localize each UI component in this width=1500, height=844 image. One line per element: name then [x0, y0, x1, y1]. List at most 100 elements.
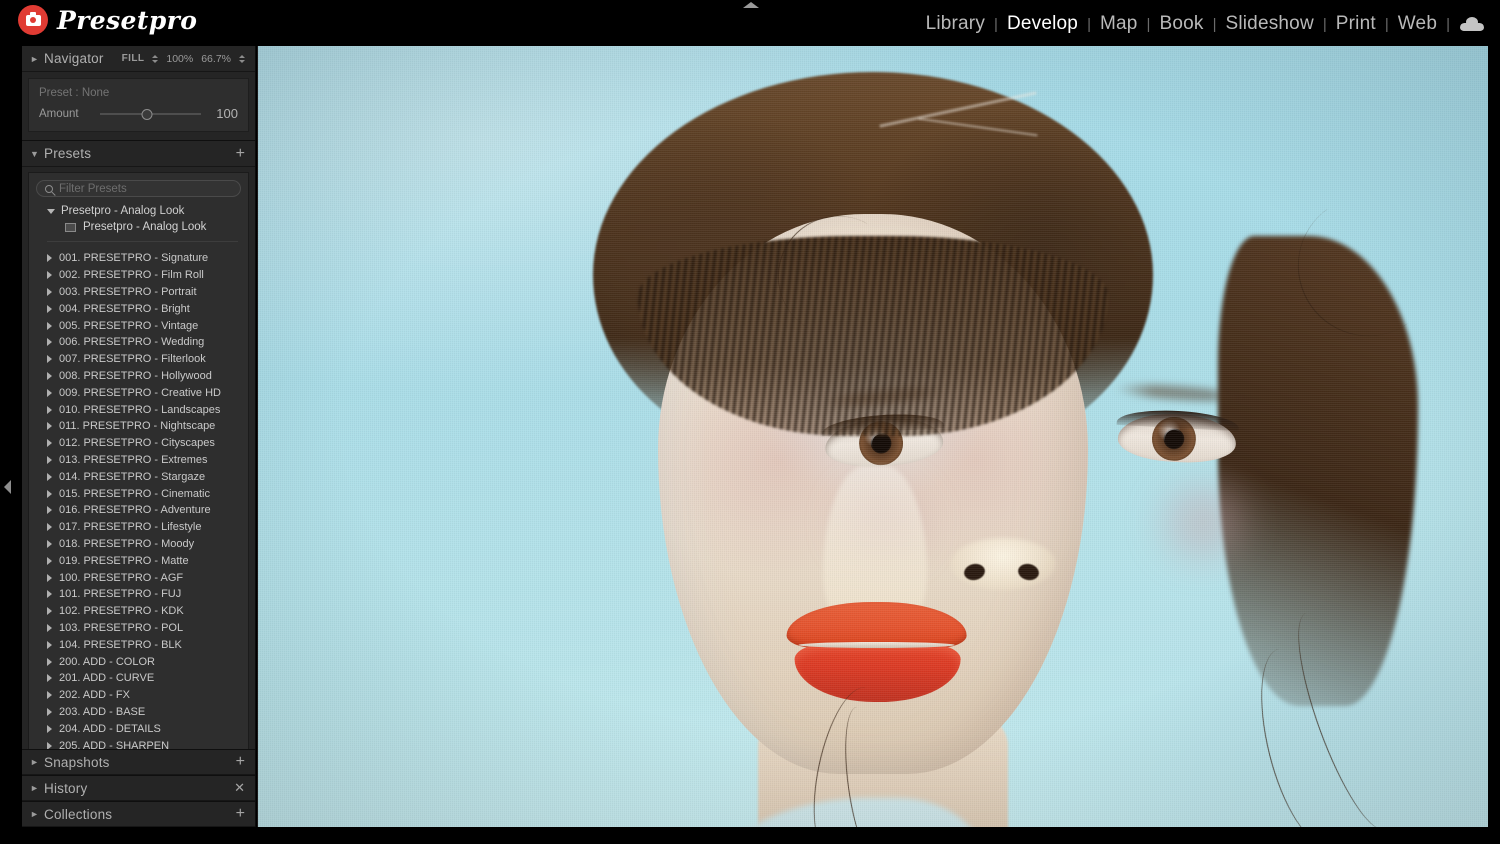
preset-group-landscapes[interactable]: 010. PRESETPRO - Landscapes: [29, 401, 248, 418]
preset-group-add-details[interactable]: 204. ADD - DETAILS: [29, 720, 248, 737]
history-panel-header[interactable]: ► History ✕: [22, 775, 255, 801]
chevron-right-icon[interactable]: [47, 607, 52, 616]
chevron-right-icon[interactable]: [47, 455, 52, 464]
module-map[interactable]: Map: [1091, 13, 1147, 35]
preset-group-adventure[interactable]: 016. PRESETPRO - Adventure: [29, 502, 248, 519]
cloud-icon[interactable]: [1460, 17, 1484, 31]
chevron-right-icon[interactable]: [47, 439, 52, 448]
preset-group-vintage[interactable]: 005. PRESETPRO - Vintage: [29, 317, 248, 334]
preset-group-film-roll[interactable]: 002. PRESETPRO - Film Roll: [29, 267, 248, 284]
history-twisty-icon[interactable]: ►: [30, 783, 44, 793]
preset-group-blk[interactable]: 104. PRESETPRO - BLK: [29, 636, 248, 653]
chevron-down-icon[interactable]: [47, 208, 55, 214]
module-web[interactable]: Web: [1389, 13, 1446, 35]
add-snapshot-plus-icon[interactable]: +: [236, 754, 245, 770]
preset-group-agf[interactable]: 100. PRESETPRO - AGF: [29, 569, 248, 586]
chevron-right-icon[interactable]: [47, 304, 52, 313]
module-book[interactable]: Book: [1150, 13, 1212, 35]
chevron-right-icon[interactable]: [47, 657, 52, 666]
chevron-right-icon[interactable]: [47, 573, 52, 582]
chevron-right-icon[interactable]: [47, 287, 52, 296]
amount-slider[interactable]: [100, 108, 201, 120]
filter-presets-input[interactable]: Filter Presets: [36, 180, 241, 197]
chevron-right-icon[interactable]: [47, 691, 52, 700]
develop-photo[interactable]: [257, 46, 1488, 827]
chevron-right-icon[interactable]: [47, 674, 52, 683]
preset-group-cinematic[interactable]: 015. PRESETPRO - Cinematic: [29, 485, 248, 502]
collapse-left-panel-arrow-icon[interactable]: [4, 480, 11, 494]
chevron-right-icon[interactable]: [47, 321, 52, 330]
presets-panel-header[interactable]: ▼ Presets +: [22, 141, 255, 167]
navigator-fill-button[interactable]: FILL: [122, 53, 145, 64]
chevron-right-icon[interactable]: [47, 355, 52, 364]
preset-group-add-fx[interactable]: 202. ADD - FX: [29, 687, 248, 704]
module-library[interactable]: Library: [917, 13, 994, 35]
chevron-right-icon[interactable]: [47, 271, 52, 280]
navigator-zoom-stepper-icon[interactable]: [239, 54, 245, 63]
clear-history-close-icon[interactable]: ✕: [234, 781, 245, 795]
chevron-right-icon[interactable]: [47, 338, 52, 347]
navigator-zoom-100[interactable]: 100%: [166, 53, 193, 65]
preset-group-extremes[interactable]: 013. PRESETPRO - Extremes: [29, 452, 248, 469]
preset-group-kdk[interactable]: 102. PRESETPRO - KDK: [29, 603, 248, 620]
preset-group-add-base[interactable]: 203. ADD - BASE: [29, 704, 248, 721]
chevron-right-icon[interactable]: [47, 422, 52, 431]
chevron-right-icon[interactable]: [47, 623, 52, 632]
module-print[interactable]: Print: [1327, 13, 1385, 35]
chevron-right-icon[interactable]: [47, 388, 52, 397]
preset-group-filterlook[interactable]: 007. PRESETPRO - Filterlook: [29, 351, 248, 368]
chevron-right-icon[interactable]: [47, 523, 52, 532]
navigator-fill-stepper-icon[interactable]: [152, 54, 159, 63]
preset-group-bright[interactable]: 004. PRESETPRO - Bright: [29, 300, 248, 317]
preset-group-presetpro-analog-look[interactable]: Presetpro - Analog Look: [29, 203, 248, 219]
preset-group-add-curve[interactable]: 201. ADD - CURVE: [29, 670, 248, 687]
brand-logo[interactable]: Presetpro: [18, 5, 197, 35]
add-collection-plus-icon[interactable]: +: [236, 806, 245, 822]
chevron-right-icon[interactable]: [47, 556, 52, 565]
preset-group-stargaze[interactable]: 014. PRESETPRO - Stargaze: [29, 468, 248, 485]
preset-group-cityscapes[interactable]: 012. PRESETPRO - Cityscapes: [29, 435, 248, 452]
chevron-right-icon[interactable]: [47, 539, 52, 548]
snapshots-twisty-icon[interactable]: ►: [30, 757, 44, 767]
preset-item-presetpro-analog-look[interactable]: Presetpro - Analog Look: [29, 219, 248, 235]
chevron-right-icon[interactable]: [47, 724, 52, 733]
chevron-right-icon[interactable]: [47, 506, 52, 515]
chevron-right-icon[interactable]: [47, 489, 52, 498]
preset-group-label: 012. PRESETPRO - Cityscapes: [59, 437, 215, 450]
module-develop[interactable]: Develop: [998, 13, 1087, 35]
preset-group-signature[interactable]: 001. PRESETPRO - Signature: [29, 250, 248, 267]
chevron-right-icon[interactable]: [47, 707, 52, 716]
chevron-right-icon[interactable]: [47, 590, 52, 599]
snapshots-panel-header[interactable]: ► Snapshots +: [22, 749, 255, 775]
search-icon: [45, 184, 53, 193]
collections-panel-header[interactable]: ► Collections +: [22, 801, 255, 827]
chevron-right-icon[interactable]: [47, 371, 52, 380]
amount-value[interactable]: 100: [210, 106, 238, 121]
module-slideshow[interactable]: Slideshow: [1216, 13, 1322, 35]
collections-title: Collections: [44, 806, 113, 822]
chevron-right-icon[interactable]: [47, 254, 52, 263]
navigator-twisty-icon[interactable]: ►: [30, 54, 44, 64]
preset-group-moody[interactable]: 018. PRESETPRO - Moody: [29, 536, 248, 553]
preset-group-matte[interactable]: 019. PRESETPRO - Matte: [29, 552, 248, 569]
preset-group-creative-hd[interactable]: 009. PRESETPRO - Creative HD: [29, 384, 248, 401]
preset-group-lifestyle[interactable]: 017. PRESETPRO - Lifestyle: [29, 519, 248, 536]
chevron-right-icon[interactable]: [47, 472, 52, 481]
preset-group-pol[interactable]: 103. PRESETPRO - POL: [29, 620, 248, 637]
amount-slider-handle[interactable]: [141, 108, 153, 120]
preset-group-label: 104. PRESETPRO - BLK: [59, 638, 182, 651]
collapse-top-panel-arrow-icon[interactable]: [743, 2, 759, 8]
preset-group-nightscape[interactable]: 011. PRESETPRO - Nightscape: [29, 418, 248, 435]
add-preset-plus-icon[interactable]: +: [236, 145, 245, 161]
preset-group-hollywood[interactable]: 008. PRESETPRO - Hollywood: [29, 368, 248, 385]
navigator-zoom-current[interactable]: 66.7%: [201, 53, 231, 65]
preset-group-portrait[interactable]: 003. PRESETPRO - Portrait: [29, 284, 248, 301]
chevron-right-icon[interactable]: [47, 405, 52, 414]
presets-twisty-icon[interactable]: ▼: [30, 149, 44, 159]
preset-group-fuj[interactable]: 101. PRESETPRO - FUJ: [29, 586, 248, 603]
chevron-right-icon[interactable]: [47, 640, 52, 649]
preset-group-wedding[interactable]: 006. PRESETPRO - Wedding: [29, 334, 248, 351]
navigator-panel-header[interactable]: ► Navigator FILL 100% 66.7%: [22, 46, 255, 72]
preset-group-add-color[interactable]: 200. ADD - COLOR: [29, 653, 248, 670]
collections-twisty-icon[interactable]: ►: [30, 809, 44, 819]
